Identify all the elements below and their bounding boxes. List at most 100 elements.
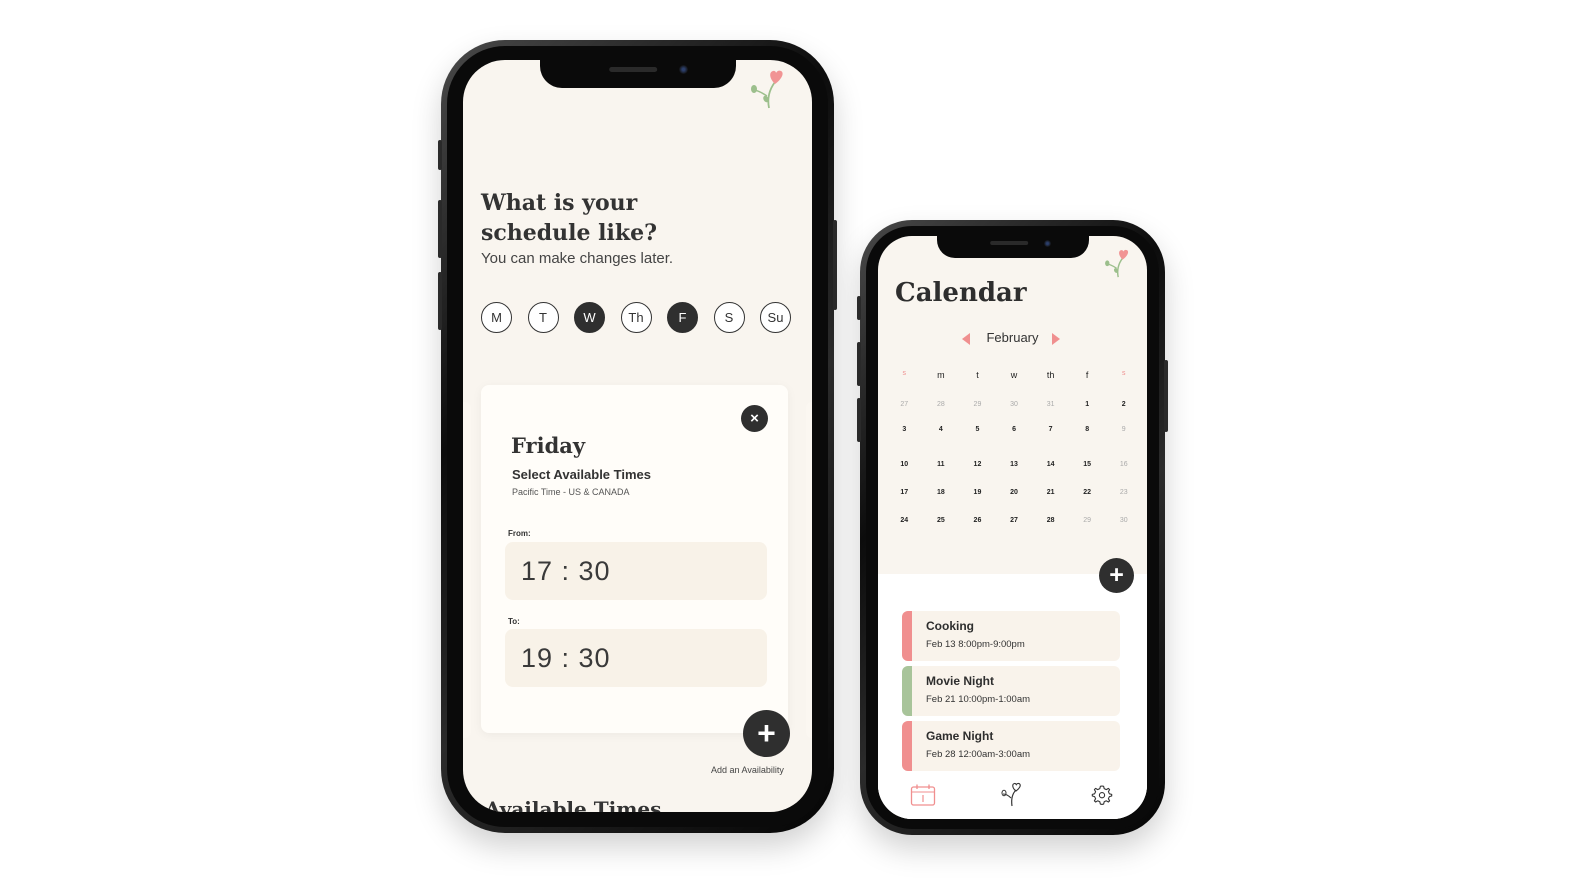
event-name: Movie Night	[926, 674, 994, 688]
card-heading: Select Available Times	[512, 467, 651, 482]
calendar-day-cell[interactable]: 21	[1032, 489, 1069, 496]
flower-icon	[1001, 782, 1022, 807]
weekday-header: s m t w th f s	[886, 370, 1142, 380]
calendar-week-row: 3456789	[886, 426, 1142, 433]
calendar-day-cell[interactable]: 13	[996, 461, 1033, 468]
event-item[interactable]: Game Night Feb 28 12:00am-3:00am	[902, 721, 1120, 771]
calendar-day-cell[interactable]: 5	[959, 426, 996, 433]
flower-logo-icon	[751, 70, 783, 109]
day-toggle-thursday[interactable]: Th	[620, 302, 652, 333]
event-time: Feb 21 10:00pm-1:00am	[926, 694, 1031, 705]
availability-card: × Friday Select Available Times Pacific …	[481, 385, 788, 733]
weekday-label: th	[1046, 370, 1055, 380]
tab-home[interactable]	[997, 780, 1027, 810]
calendar-day-cell[interactable]: 25	[923, 517, 960, 524]
calendar-week-row: 10 11 12 13 14 15 16	[886, 461, 1142, 468]
add-availability-label: Add an Availability	[711, 765, 784, 775]
notch	[539, 60, 736, 88]
day-toggle-saturday[interactable]: S	[713, 302, 745, 333]
weekday-label: w	[1010, 370, 1018, 380]
calendar-day-cell[interactable]: 29	[1069, 517, 1106, 524]
calendar-day-cell[interactable]: 30	[996, 401, 1033, 408]
calendar-day-cell[interactable]: 1	[1069, 401, 1106, 408]
card-day-title: Friday	[511, 433, 586, 458]
event-color-bar	[902, 721, 912, 771]
close-button[interactable]: ×	[741, 405, 768, 432]
calendar-day-cell[interactable]: 7	[1032, 426, 1069, 433]
available-times-heading: Available Times	[485, 797, 662, 812]
calendar-day-cell[interactable]: 27	[996, 517, 1033, 524]
calendar-day-cell[interactable]: 12	[959, 461, 996, 468]
to-time-field[interactable]: 19 : 30	[505, 629, 767, 687]
calendar-week-row: 27 28 29 30 31 1 2	[886, 401, 1142, 408]
notch	[936, 236, 1089, 258]
event-color-bar	[902, 611, 912, 661]
calendar-day-cell[interactable]: 9	[1105, 426, 1142, 433]
calendar-day-cell[interactable]: 10	[886, 461, 923, 468]
calendar-week-row: 17 18 19 20 21 22 23	[886, 489, 1142, 496]
next-month-button[interactable]	[1052, 333, 1060, 345]
calendar-day-cell[interactable]: 31	[1032, 401, 1069, 408]
from-time-field[interactable]: 17 : 30	[505, 542, 767, 600]
weekday-label: s	[1122, 370, 1126, 377]
card-peek-left	[463, 402, 471, 738]
weekday-label: s	[902, 370, 907, 377]
calendar-day-cell[interactable]: 4	[923, 426, 960, 433]
page-title: What is your schedule like?	[481, 190, 658, 246]
weekday-label: t	[976, 370, 979, 380]
calendar-day-cell[interactable]: 17	[886, 489, 923, 496]
calendar-day-cell[interactable]: 8	[1069, 426, 1106, 433]
day-toggle-monday[interactable]: M	[481, 302, 512, 333]
calendar-day-cell[interactable]: 20	[996, 489, 1033, 496]
weekday-label: f	[1085, 370, 1089, 380]
calendar-day-cell[interactable]: 6	[996, 426, 1033, 433]
event-time: Feb 13 8:00pm-9:00pm	[926, 639, 1025, 650]
calendar-day-cell[interactable]: 11	[923, 461, 960, 468]
phone-small: Calendar February s m t w th f s 27 28 29 3…	[857, 220, 1168, 835]
day-toggle-wednesday[interactable]: W	[574, 302, 605, 333]
card-peek-right	[806, 402, 812, 738]
calendar-day-cell[interactable]: 28	[923, 401, 960, 408]
event-name: Game Night	[926, 729, 994, 743]
page-subtitle: You can make changes later.	[481, 250, 674, 267]
calendar-week-row: 24 25 26 27 28 29 30	[886, 517, 1142, 524]
tab-calendar[interactable]	[908, 780, 938, 810]
calendar-day-cell[interactable]: 29	[959, 401, 996, 408]
calendar-day-cell[interactable]: 19	[959, 489, 996, 496]
event-item[interactable]: Cooking Feb 13 8:00pm-9:00pm	[902, 611, 1120, 661]
weekday-label: m	[937, 370, 945, 380]
month-label: February	[986, 330, 1039, 345]
calendar-day-cell[interactable]: 16	[1105, 461, 1142, 468]
calendar-day-cell[interactable]: 3	[886, 426, 923, 433]
calendar-day-cell[interactable]: 2	[1105, 401, 1142, 408]
calendar-day-cell[interactable]: 30	[1105, 517, 1142, 524]
add-availability-button[interactable]: +	[743, 710, 790, 757]
calendar-day-cell[interactable]: 26	[959, 517, 996, 524]
calendar-day-cell[interactable]: 24	[886, 517, 923, 524]
calendar-day-cell[interactable]: 15	[1069, 461, 1106, 468]
calendar-day-cell[interactable]: 28	[1032, 517, 1069, 524]
page-title: Calendar	[895, 278, 1027, 308]
calendar-day-cell[interactable]: 18	[923, 489, 960, 496]
calendar-day-cell[interactable]: 14	[1032, 461, 1069, 468]
calendar-day-cell[interactable]: 22	[1069, 489, 1106, 496]
event-item[interactable]: Movie Night Feb 21 10:00pm-1:00am	[902, 666, 1120, 716]
day-selector: M T W Th F S Su	[481, 302, 791, 333]
calendar-day-cell[interactable]: 23	[1105, 489, 1142, 496]
add-event-button[interactable]: +	[1099, 558, 1134, 593]
day-toggle-tuesday[interactable]: T	[527, 302, 559, 333]
event-time: Feb 28 12:00am-3:00am	[926, 749, 1031, 760]
availability-screen: What is your schedule like? You can make…	[463, 60, 812, 812]
flower-logo-icon	[1105, 249, 1129, 278]
day-toggle-sunday[interactable]: Su	[760, 302, 791, 333]
event-color-bar	[902, 666, 912, 716]
day-toggle-friday[interactable]: F	[667, 302, 698, 333]
phone-large: What is your schedule like? You can make…	[438, 40, 837, 833]
calendar-day-cell[interactable]: 27	[886, 401, 923, 408]
from-label: From:	[508, 529, 531, 538]
tab-settings[interactable]	[1087, 780, 1117, 810]
tab-bar	[878, 774, 1147, 819]
calendar-screen: Calendar February s m t w th f s 27 28 29 3…	[878, 236, 1147, 819]
timezone-label: Pacific Time - US & CANADA	[512, 487, 630, 497]
calendar-icon	[910, 784, 935, 806]
